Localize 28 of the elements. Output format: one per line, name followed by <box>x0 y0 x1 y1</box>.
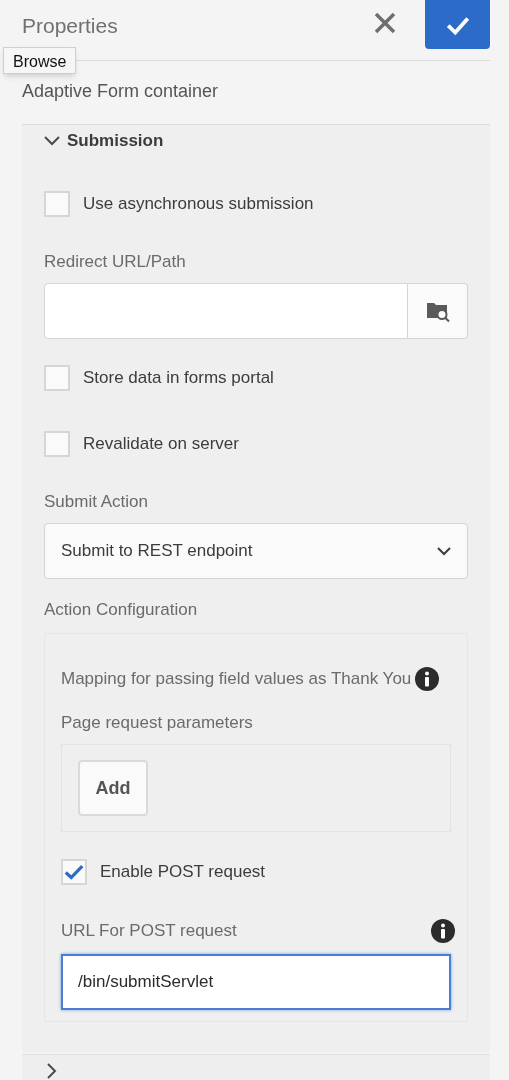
section-title: Submission <box>67 130 164 153</box>
checkbox[interactable] <box>61 859 87 885</box>
field-label: Page request parameters <box>61 713 254 733</box>
info-icon[interactable] <box>431 919 455 943</box>
select-dropdown[interactable]: Submit to REST endpoint <box>44 523 468 579</box>
field-label: URL For POST request <box>61 921 237 941</box>
path-field[interactable] <box>44 283 408 339</box>
url-input-field[interactable]: /bin/submitServlet <box>61 954 451 1010</box>
checkbox[interactable] <box>44 191 70 217</box>
checkbox[interactable] <box>44 365 70 391</box>
close-button[interactable] <box>372 10 398 36</box>
checkbox[interactable] <box>44 431 70 457</box>
add-button[interactable]: Add <box>78 760 148 816</box>
tooltip: Browse <box>3 47 77 74</box>
checkbox-label: Use asynchronous submission <box>83 193 314 216</box>
field-label: Action Configuration <box>44 600 199 620</box>
checkbox-label: Enable POST request <box>100 861 266 884</box>
checkbox-label: Store data in forms portal <box>83 367 274 390</box>
field-label: Redirect URL/Path <box>44 252 187 272</box>
component-title: Adaptive Form container <box>22 80 220 103</box>
panel-title: Properties <box>22 13 118 39</box>
field-label: Mapping for passing field values as Thank You <box>61 669 412 689</box>
chevron-down-icon <box>437 544 451 558</box>
browse-button[interactable] <box>408 283 468 339</box>
confirm-button[interactable] <box>425 0 490 49</box>
checkbox-label: Revalidate on server <box>83 433 239 456</box>
field-label: Submit Action <box>44 492 149 512</box>
info-icon[interactable] <box>415 667 440 691</box>
